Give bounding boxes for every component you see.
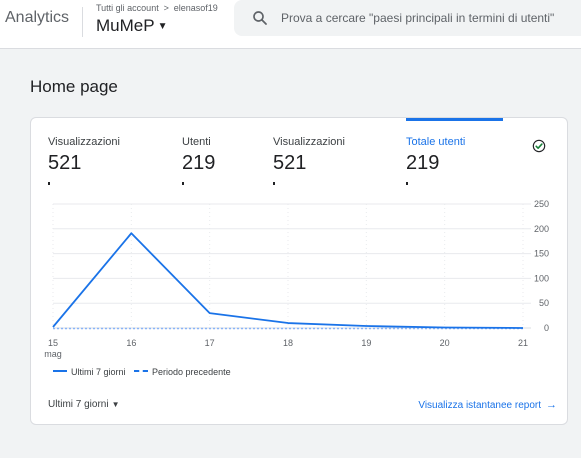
breadcrumb-user[interactable]: elenasof19: [174, 3, 218, 13]
x-tick-label: 15: [48, 338, 58, 348]
metric-marker: [273, 182, 275, 185]
x-tick-label: 18: [283, 338, 293, 348]
x-tick-label: 16: [126, 338, 136, 348]
breadcrumb-separator: >: [163, 3, 169, 13]
metric-marker: [182, 182, 184, 185]
x-tick-sublabel: mag: [44, 349, 62, 359]
view-snapshot-label: Visualizza istantanee report: [418, 400, 541, 411]
active-tab-indicator: [406, 118, 503, 121]
x-tick-label: 21: [518, 338, 528, 348]
users-line-chart: 0 50 100 150 200 250 15 16 17 18 19 20 21 mag: [44, 199, 549, 359]
check-circle-icon[interactable]: [532, 139, 546, 153]
arrow-right-icon: →: [546, 399, 557, 411]
x-tick-label: 17: [205, 338, 215, 348]
header-divider: [82, 7, 83, 37]
metric-marker: [48, 182, 50, 185]
breadcrumb[interactable]: Tutti gli account > elenasof19: [96, 3, 218, 13]
metric-value: 219: [406, 152, 440, 174]
y-tick-label: 250: [534, 199, 549, 209]
metric-value: 521: [273, 152, 307, 174]
overview-card: Visualizzazioni 521 Utenti 219 Visualizz…: [30, 117, 568, 425]
metric-marker: [406, 182, 408, 185]
legend-previous: Periodo precedente: [152, 367, 231, 377]
view-snapshot-link[interactable]: Visualizza istantanee report →: [418, 399, 557, 411]
x-tick-label: 19: [361, 338, 371, 348]
metric-label: Visualizzazioni: [273, 136, 345, 148]
property-name: MuMeP: [96, 16, 155, 35]
search-placeholder[interactable]: Prova a cercare "paesi principali in ter…: [281, 11, 581, 25]
page-title: Home page: [30, 77, 118, 96]
x-tick-label: 20: [440, 338, 450, 348]
legend-swatch-current: [53, 370, 67, 372]
app-name[interactable]: Analytics: [5, 9, 69, 27]
search-bar[interactable]: Prova a cercare "paesi principali in ter…: [234, 0, 581, 36]
legend-current: Ultimi 7 giorni: [71, 367, 126, 377]
breadcrumb-account[interactable]: Tutti gli account: [96, 3, 159, 13]
y-tick-label: 0: [544, 323, 549, 333]
date-range-dropdown[interactable]: Ultimi 7 giorni ▼: [48, 399, 120, 410]
chart-legend: Ultimi 7 giorni Periodo precedente: [53, 367, 231, 377]
caret-down-icon: ▼: [157, 21, 168, 32]
search-icon: [253, 11, 267, 25]
top-bar: Analytics Tutti gli account > elenasof19…: [0, 0, 581, 49]
metric-value: 219: [182, 152, 216, 174]
metric-value: 521: [48, 152, 82, 174]
metric-label: Visualizzazioni: [48, 136, 120, 148]
property-selector[interactable]: MuMeP ▼: [96, 16, 167, 36]
y-tick-label: 50: [539, 298, 549, 308]
metric-label: Utenti: [182, 136, 211, 148]
date-range-label: Ultimi 7 giorni: [48, 399, 109, 410]
legend-swatch-previous: [134, 370, 149, 372]
y-tick-label: 100: [534, 273, 549, 283]
y-tick-label: 150: [534, 249, 549, 259]
y-tick-label: 200: [534, 224, 549, 234]
caret-down-icon: ▼: [111, 400, 120, 409]
metric-label: Totale utenti: [406, 136, 466, 148]
